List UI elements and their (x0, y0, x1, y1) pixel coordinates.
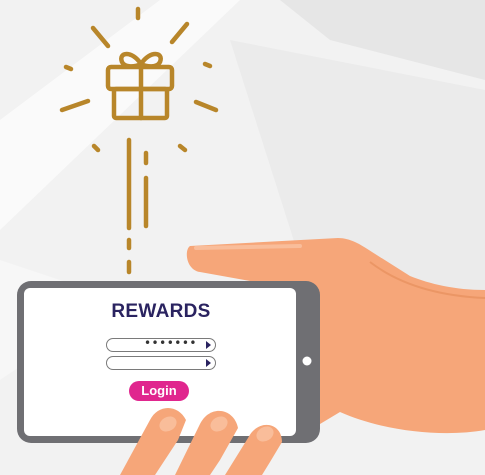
submit-arrow-icon[interactable] (206, 341, 211, 349)
password-field[interactable]: ••••••• (106, 336, 216, 352)
scene: REWARDS ••••••• Login (0, 0, 485, 475)
username-field[interactable] (106, 356, 216, 370)
next-arrow-icon[interactable] (206, 359, 211, 367)
login-button[interactable]: Login (129, 381, 189, 401)
phone-screen: REWARDS ••••••• Login (27, 291, 295, 433)
app-title: REWARDS (111, 301, 211, 322)
password-value: ••••••• (143, 336, 197, 350)
